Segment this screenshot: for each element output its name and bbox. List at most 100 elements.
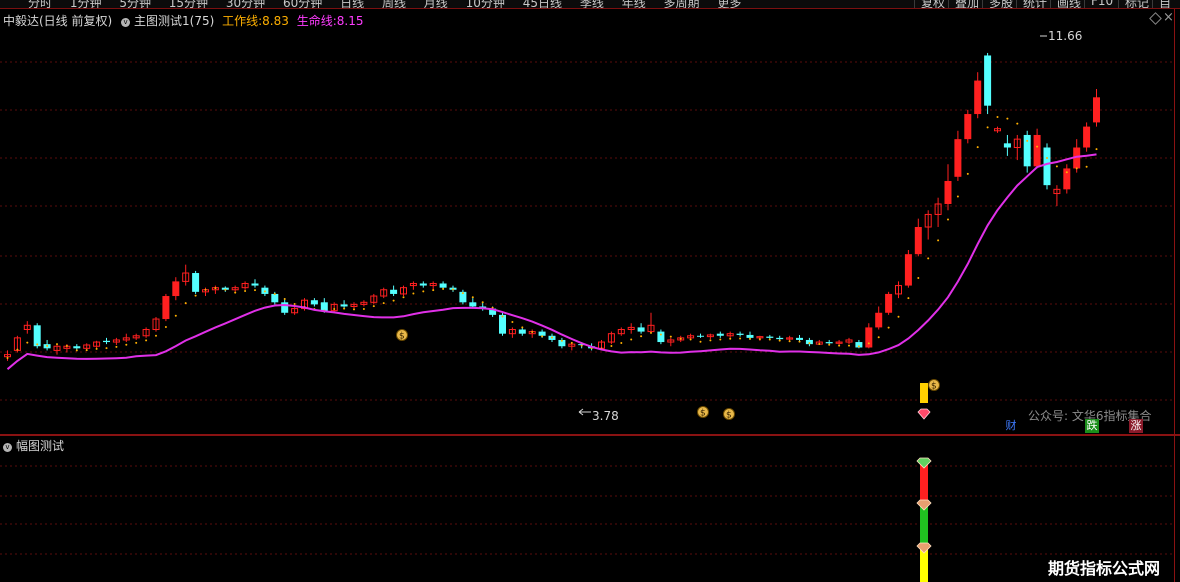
candle <box>23 321 31 334</box>
candle <box>697 333 704 338</box>
candle <box>875 306 883 330</box>
diamond-icon <box>916 542 932 554</box>
work-dot <box>135 341 138 344</box>
candle <box>766 334 774 340</box>
work-dot <box>659 333 662 336</box>
candle <box>1043 143 1051 190</box>
candle-body <box>716 333 724 336</box>
draw-button[interactable]: 画线 <box>1050 0 1087 8</box>
candle-body <box>944 180 952 204</box>
candle <box>142 327 150 338</box>
tab-30min[interactable]: 30分钟 <box>226 0 265 8</box>
candle <box>1013 134 1021 161</box>
candle <box>924 210 932 240</box>
stats-button[interactable]: 统计 <box>1016 0 1053 8</box>
tab-weekly[interactable]: 周线 <box>382 0 406 8</box>
work-dot <box>204 288 207 291</box>
work-dot <box>976 146 979 149</box>
work-dot <box>937 239 940 242</box>
gem-shape <box>917 408 931 420</box>
candle <box>380 287 388 299</box>
candle <box>182 264 190 286</box>
candle-body <box>390 289 398 294</box>
work-dot <box>432 289 435 292</box>
work-dot <box>461 292 464 295</box>
main-grid <box>0 61 1174 401</box>
tab-year[interactable]: 年线 <box>622 0 646 8</box>
work-dot <box>1085 165 1088 168</box>
tab-monthly[interactable]: 月线 <box>424 0 448 8</box>
candle <box>281 298 289 315</box>
work-dot <box>709 339 712 342</box>
candle-body <box>974 80 982 115</box>
work-dot <box>412 292 415 295</box>
tab-more[interactable]: 更多 <box>717 0 741 8</box>
tab-45day[interactable]: 45日线 <box>523 0 562 8</box>
work-dot <box>273 292 276 295</box>
candle <box>508 327 516 338</box>
diamond-shape <box>916 457 932 469</box>
work-dot <box>125 343 128 346</box>
overlay-button[interactable]: 叠加 <box>948 0 985 8</box>
work-dot <box>442 287 445 290</box>
work-line-dots <box>6 115 1098 359</box>
work-dot <box>56 343 58 346</box>
tab-10min[interactable]: 10分钟 <box>466 0 505 8</box>
tab-15min[interactable]: 15分钟 <box>169 0 208 8</box>
candle-body <box>776 337 784 340</box>
tab-multi[interactable]: 多周期 <box>664 0 700 8</box>
tab-60min[interactable]: 60分钟 <box>283 0 322 8</box>
tab-1min[interactable]: 1分钟 <box>70 0 102 8</box>
work-dot <box>1016 122 1019 125</box>
work-dot <box>115 345 118 348</box>
tab-quarter[interactable]: 季线 <box>580 0 604 8</box>
candle <box>994 126 1001 133</box>
candle-body <box>796 337 803 340</box>
candle <box>409 281 417 290</box>
candle <box>647 312 655 334</box>
work-dot <box>818 342 821 345</box>
work-dot <box>1075 167 1078 170</box>
work-dot <box>501 315 504 318</box>
candle-body <box>875 312 883 328</box>
work-dot <box>521 326 524 329</box>
sub-grid <box>0 465 1174 555</box>
work-dot <box>1065 171 1068 174</box>
tab-daily[interactable]: 日线 <box>340 0 364 8</box>
candle <box>1033 128 1041 169</box>
work-dot <box>283 297 286 300</box>
sub-chart[interactable] <box>0 436 1180 582</box>
candle <box>706 333 714 340</box>
candle <box>350 302 358 309</box>
candle <box>736 331 744 337</box>
watchlist-button[interactable]: 自选 <box>1152 0 1180 8</box>
work-dot <box>234 291 237 294</box>
fuquan-button[interactable]: 复权 <box>914 0 951 8</box>
candle <box>528 329 536 338</box>
candle-body <box>419 283 427 286</box>
work-dot <box>650 331 652 334</box>
candle <box>667 337 675 347</box>
f10-button[interactable]: F10 <box>1084 0 1119 8</box>
work-dot <box>353 308 355 311</box>
candle <box>192 270 200 294</box>
candle-body <box>172 281 180 297</box>
candle <box>459 289 467 305</box>
candle-body <box>192 273 200 292</box>
work-dot <box>620 342 623 345</box>
candle <box>974 72 982 119</box>
money-bag-symbol: $ <box>726 411 732 421</box>
work-dot <box>739 337 742 340</box>
candle-body <box>766 336 774 338</box>
candle-body <box>103 340 110 343</box>
mark-button[interactable]: 标记 <box>1118 0 1155 8</box>
candle <box>518 327 526 336</box>
candle-body <box>310 300 318 305</box>
candle <box>617 327 625 336</box>
candle-body <box>1033 134 1041 167</box>
tab-fenshi[interactable]: 分时 <box>28 0 52 8</box>
multi-stock-button[interactable]: 多股 <box>982 0 1019 8</box>
main-chart[interactable]: $ $ $ $ 11.66 3.78 <box>0 9 1180 435</box>
tab-5min[interactable]: 5分钟 <box>119 0 151 8</box>
work-dot <box>630 338 633 341</box>
